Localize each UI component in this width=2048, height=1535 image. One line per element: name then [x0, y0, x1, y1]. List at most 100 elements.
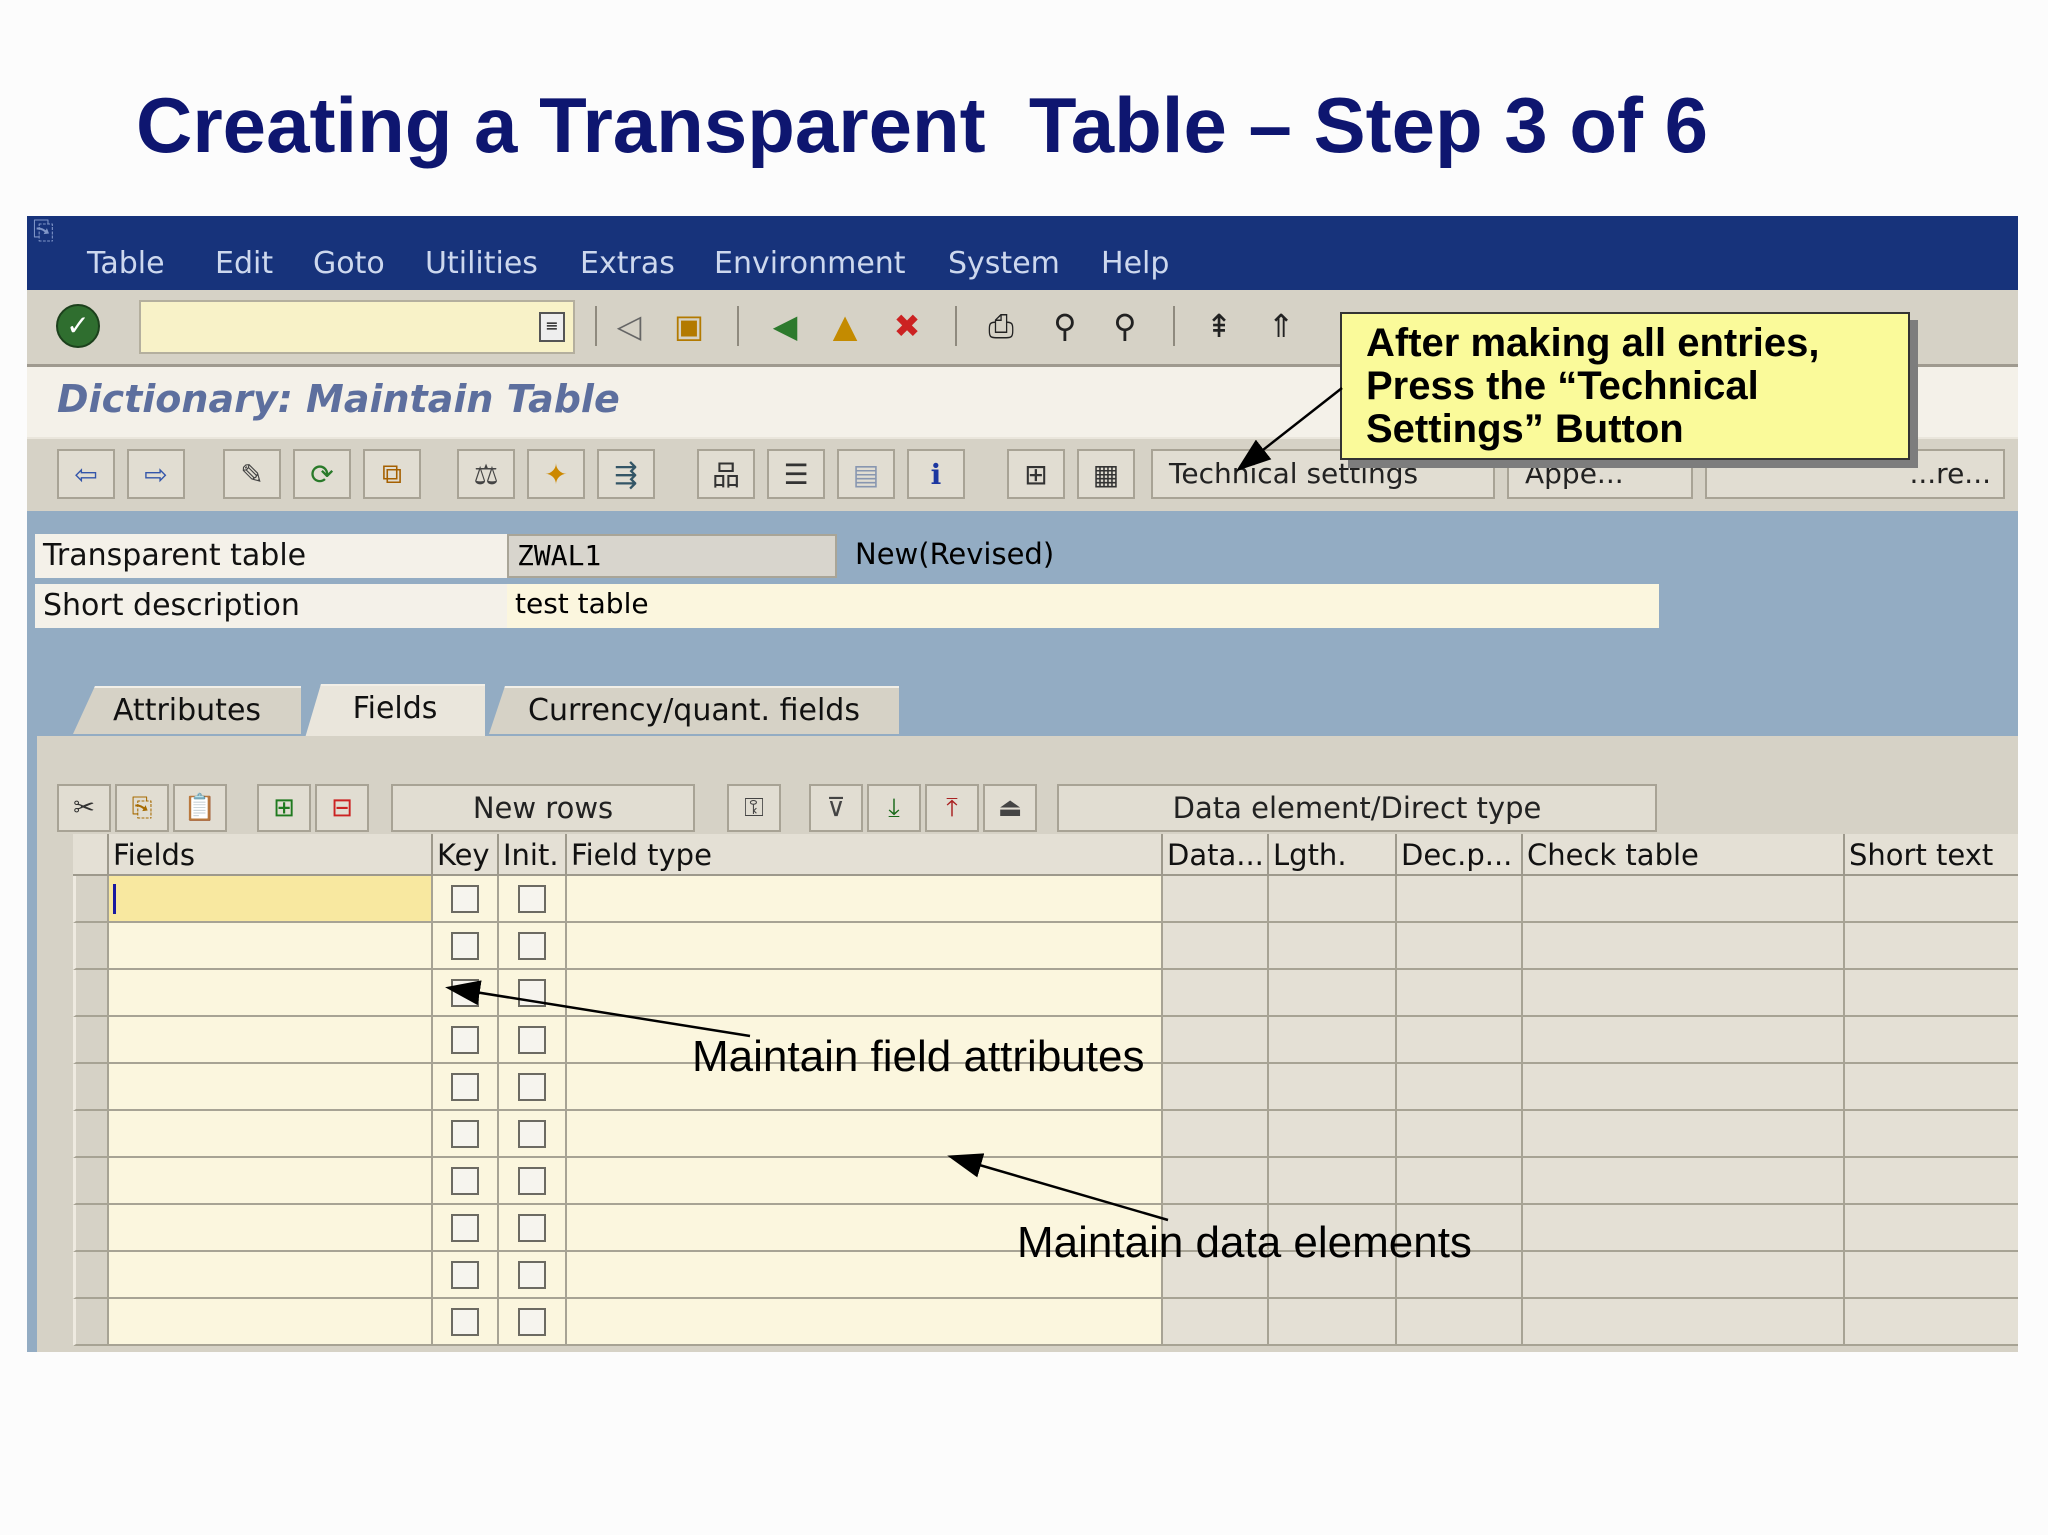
hierarchy-icon[interactable]: 品	[697, 449, 755, 499]
new-rows-button[interactable]: New rows	[391, 784, 695, 832]
info-icon[interactable]: ℹ	[907, 449, 965, 499]
column-header-key[interactable]: Key	[433, 834, 499, 876]
field-type-cell[interactable]	[567, 970, 1163, 1017]
field-name-cell[interactable]	[109, 1205, 433, 1252]
menu-edit[interactable]: Edit	[215, 246, 273, 281]
field-name-cell[interactable]	[109, 1299, 433, 1346]
move-up-icon[interactable]: ⤒	[925, 784, 979, 832]
init-checkbox[interactable]	[518, 885, 546, 913]
field-type-cell[interactable]	[567, 1111, 1163, 1158]
row-selector[interactable]	[73, 876, 109, 923]
field-type-cell[interactable]	[567, 1158, 1163, 1205]
row-selector[interactable]	[73, 1252, 109, 1299]
menu-help[interactable]: Help	[1101, 246, 1169, 281]
menu-window-icon[interactable]: ⎘	[33, 218, 69, 244]
search-help-icon[interactable]: ⚿	[727, 784, 781, 832]
column-header-fields[interactable]: Fields	[109, 834, 433, 876]
field-name-cell[interactable]	[109, 1252, 433, 1299]
key-checkbox[interactable]	[451, 932, 479, 960]
save-icon[interactable]: ▣	[667, 304, 711, 348]
field-name-cell[interactable]	[109, 1017, 433, 1064]
init-checkbox[interactable]	[518, 1073, 546, 1101]
forward-arrow-icon[interactable]: ⇨	[127, 449, 185, 499]
field-name-cell[interactable]	[109, 923, 433, 970]
other-object-icon[interactable]: ⧉	[363, 449, 421, 499]
menu-utilities[interactable]: Utilities	[425, 246, 538, 281]
command-field[interactable]: ≡	[139, 300, 575, 354]
command-history-icon[interactable]: ≡	[539, 312, 565, 342]
row-selector[interactable]	[73, 1017, 109, 1064]
column-header-init[interactable]: Init.	[499, 834, 567, 876]
row-selector[interactable]	[73, 1064, 109, 1111]
tab-currency-quant-fields[interactable]: Currency/quant. fields	[489, 686, 899, 734]
print-icon[interactable]: ⎙	[979, 304, 1023, 348]
cancel-icon[interactable]: ✖	[885, 304, 929, 348]
field-name-cell[interactable]	[109, 970, 433, 1017]
object-list-icon[interactable]: ☰	[767, 449, 825, 499]
key-checkbox[interactable]	[451, 1308, 479, 1336]
previous-page-icon[interactable]: ⇑	[1259, 304, 1303, 348]
field-name-cell[interactable]	[109, 1111, 433, 1158]
copy-icon[interactable]: ⎘	[115, 784, 169, 832]
column-header-check-table[interactable]: Check table	[1523, 834, 1845, 876]
init-checkbox[interactable]	[518, 1308, 546, 1336]
documentation-icon[interactable]: ▤	[837, 449, 895, 499]
menu-goto[interactable]: Goto	[313, 246, 385, 281]
field-type-cell[interactable]	[567, 923, 1163, 970]
init-checkbox[interactable]	[518, 1167, 546, 1195]
key-checkbox[interactable]	[451, 1261, 479, 1289]
enter-button[interactable]: ✓	[53, 302, 103, 350]
expand-icon[interactable]: ⊽	[809, 784, 863, 832]
field-name-cell[interactable]	[109, 1158, 433, 1205]
move-down-icon[interactable]: ⤓	[867, 784, 921, 832]
tab-attributes[interactable]: Attributes	[73, 686, 301, 734]
row-selector[interactable]	[73, 1111, 109, 1158]
key-checkbox[interactable]	[451, 979, 479, 1007]
exit-icon[interactable]: ▲	[823, 304, 867, 348]
init-checkbox[interactable]	[518, 932, 546, 960]
row-selector[interactable]	[73, 923, 109, 970]
init-checkbox[interactable]	[518, 1120, 546, 1148]
top-icon[interactable]: ⏏	[983, 784, 1037, 832]
field-name-cell[interactable]	[109, 876, 433, 923]
activate-icon[interactable]: ⟳	[293, 449, 351, 499]
field-name-cell[interactable]	[109, 1064, 433, 1111]
init-checkbox[interactable]	[518, 1026, 546, 1054]
menu-table[interactable]: Table	[87, 246, 165, 281]
init-checkbox[interactable]	[518, 1261, 546, 1289]
tab-fields[interactable]: Fields	[305, 684, 485, 738]
where-used-icon[interactable]: ⇶	[597, 449, 655, 499]
delete-row-icon[interactable]: ⊟	[315, 784, 369, 832]
key-checkbox[interactable]	[451, 1026, 479, 1054]
insert-row-icon[interactable]: ⊞	[257, 784, 311, 832]
cut-icon[interactable]: ✂	[57, 784, 111, 832]
check-icon[interactable]: ⚖	[457, 449, 515, 499]
column-header-field-type[interactable]: Field type	[567, 834, 1163, 876]
menu-extras[interactable]: Extras	[580, 246, 675, 281]
indexes-icon[interactable]: ⊞	[1007, 449, 1065, 499]
find-next-icon[interactable]: ⚲	[1103, 304, 1147, 348]
key-checkbox[interactable]	[451, 885, 479, 913]
key-checkbox[interactable]	[451, 1120, 479, 1148]
column-header-short-text[interactable]: Short text	[1845, 834, 2018, 876]
short-description-field[interactable]: test table	[507, 584, 1659, 628]
table-grid-icon[interactable]: ▦	[1077, 449, 1135, 499]
field-type-cell[interactable]	[567, 876, 1163, 923]
menu-system[interactable]: System	[948, 246, 1060, 281]
column-header-decimal-places[interactable]: Dec.p...	[1397, 834, 1523, 876]
display-change-icon[interactable]: ✎	[223, 449, 281, 499]
back-arrow-icon[interactable]: ⇦	[57, 449, 115, 499]
paste-icon[interactable]: 📋	[173, 784, 227, 832]
data-element-direct-type-button[interactable]: Data element/Direct type	[1057, 784, 1657, 832]
row-selector[interactable]	[73, 1158, 109, 1205]
row-selector[interactable]	[73, 1205, 109, 1252]
key-checkbox[interactable]	[451, 1214, 479, 1242]
key-checkbox[interactable]	[451, 1073, 479, 1101]
column-header-data[interactable]: Data...	[1163, 834, 1269, 876]
row-selector[interactable]	[73, 970, 109, 1017]
column-header-length[interactable]: Lgth.	[1269, 834, 1397, 876]
activate-wand-icon[interactable]: ✦	[527, 449, 585, 499]
init-checkbox[interactable]	[518, 1214, 546, 1242]
field-type-cell[interactable]	[567, 1299, 1163, 1346]
menu-environment[interactable]: Environment	[714, 246, 906, 281]
